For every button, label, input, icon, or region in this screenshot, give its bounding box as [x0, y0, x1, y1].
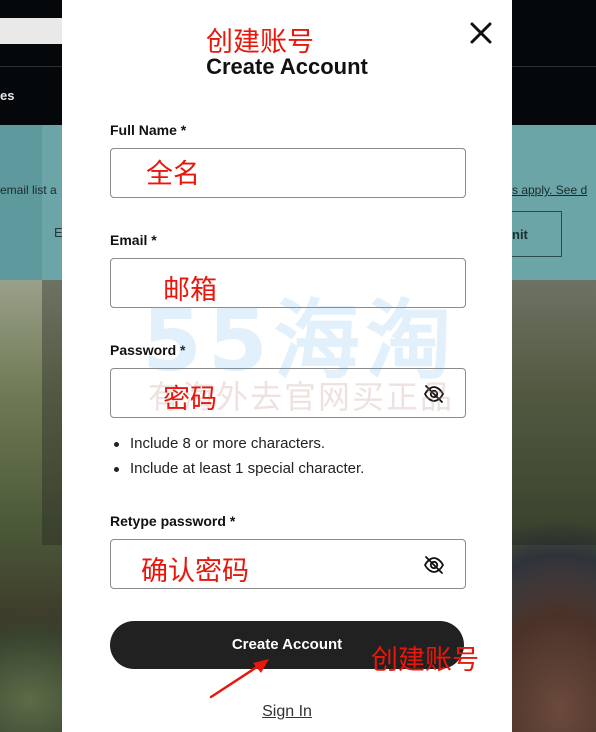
background-search-bar	[0, 18, 64, 44]
background-banner-text: email list a	[0, 183, 57, 197]
password-requirements: Include 8 or more characters. Include at…	[112, 434, 364, 484]
background-nav-item: es	[0, 88, 15, 103]
password-rule-text: Include 8 or more characters.	[130, 435, 326, 452]
eye-slash-icon[interactable]	[423, 555, 445, 575]
email-label: Email *	[110, 232, 157, 248]
annotation-full-name: 全名	[146, 159, 200, 190]
annotation-email: 邮箱	[163, 275, 217, 306]
background-submit-button: nit	[512, 211, 562, 257]
password-rule: Include at least 1 special character.	[112, 459, 364, 484]
annotation-password: 密码	[163, 384, 217, 415]
retype-password-label: Retype password *	[110, 513, 236, 529]
password-rule-text: Include at least 1 special character.	[130, 460, 365, 477]
full-name-label: Full Name *	[110, 122, 187, 138]
annotation-title: 创建账号	[206, 27, 314, 58]
annotation-arrow-icon	[209, 659, 269, 699]
annotation-retype-password: 确认密码	[141, 556, 249, 587]
bullet-icon	[114, 442, 119, 447]
bullet-icon	[114, 467, 119, 472]
password-rule: Include 8 or more characters.	[112, 434, 364, 459]
sign-in-link[interactable]: Sign In	[62, 703, 512, 721]
annotation-button: 创建账号	[371, 645, 479, 676]
background-banner-link: s apply. See d	[512, 183, 588, 197]
close-icon[interactable]	[468, 20, 494, 46]
